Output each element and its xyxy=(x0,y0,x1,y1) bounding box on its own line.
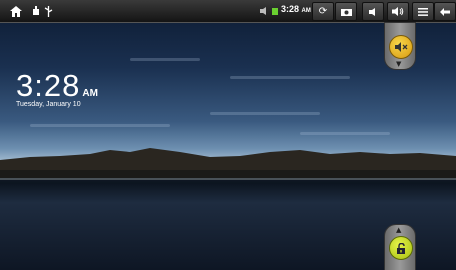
sound-toggle-tab[interactable]: ▼ xyxy=(384,22,416,70)
notification-icon xyxy=(31,3,41,19)
unlock-icon[interactable] xyxy=(389,236,413,260)
status-time: 3:28 AM xyxy=(281,4,311,14)
home-icon[interactable] xyxy=(9,3,23,19)
lock-screen: 3:28 AM ⟳ 3:28 AM Tuesday, January 10 ▼ ▲ xyxy=(0,0,456,270)
lock-date: Tuesday, January 10 xyxy=(16,101,81,108)
lock-clock: 3:28 AM xyxy=(16,68,98,104)
cloud xyxy=(300,132,390,135)
horizon-line xyxy=(0,178,456,180)
mountain-silhouette xyxy=(0,148,456,180)
back-icon[interactable] xyxy=(434,2,456,21)
chevron-up-icon: ▲ xyxy=(396,226,402,234)
cloud xyxy=(130,58,200,61)
cloud xyxy=(30,124,170,127)
unlock-tab[interactable]: ▲ xyxy=(384,224,416,270)
speaker-muted-icon[interactable] xyxy=(389,35,413,59)
clock-time: 3:28 xyxy=(16,68,81,103)
usb-icon xyxy=(43,3,53,19)
battery-icon xyxy=(271,3,279,19)
volume-down-icon[interactable] xyxy=(362,2,384,21)
chevron-down-icon: ▼ xyxy=(396,60,402,68)
clock-ampm: AM xyxy=(82,88,98,99)
cloud xyxy=(210,112,320,115)
volume-up-icon[interactable] xyxy=(387,2,409,21)
camera-icon[interactable] xyxy=(335,2,357,21)
refresh-icon[interactable]: ⟳ xyxy=(312,2,334,21)
cloud xyxy=(230,76,350,79)
speaker-icon xyxy=(259,3,269,19)
status-bar: 3:28 AM ⟳ xyxy=(0,0,456,23)
menu-icon[interactable] xyxy=(412,2,434,21)
